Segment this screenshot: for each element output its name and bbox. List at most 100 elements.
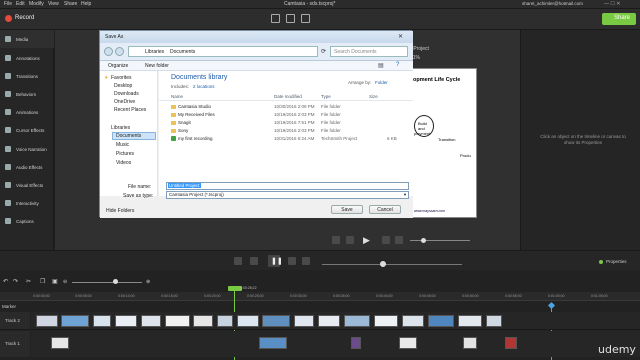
rewind-icon[interactable]	[250, 257, 258, 265]
timeline-clip[interactable]	[318, 315, 340, 327]
timeline-clip[interactable]	[217, 315, 233, 327]
rewind-icon[interactable]	[346, 236, 354, 244]
back-icon[interactable]	[104, 47, 113, 56]
step-back-icon[interactable]	[234, 257, 242, 265]
timeline-clip[interactable]	[259, 337, 287, 349]
nav-documents[interactable]: Documents	[116, 133, 141, 139]
share-button-label[interactable]: Share	[614, 15, 630, 21]
nav-desktop[interactable]: Desktop	[114, 83, 132, 89]
nav-recent-places[interactable]: Recent Places	[114, 107, 146, 113]
timeline-clip[interactable]	[294, 315, 314, 327]
sidebar-item-voice-narration[interactable]: Voice Narration	[0, 140, 54, 158]
step-back-icon[interactable]	[332, 236, 340, 244]
crop-tool-icon[interactable]	[301, 14, 310, 23]
forward-icon[interactable]	[115, 47, 124, 56]
close-icon[interactable]: ✕	[398, 33, 403, 40]
user-email[interactable]: sharet_achimler@hotmail.com	[522, 1, 583, 6]
sidebar-item-transitions[interactable]: Transitions	[0, 67, 54, 85]
help-icon[interactable]: ?	[396, 62, 399, 68]
timeline-clip[interactable]	[399, 337, 417, 349]
timeline-clip[interactable]	[193, 315, 213, 327]
timeline-scrubber-handle[interactable]	[380, 261, 386, 267]
timeline-clip[interactable]	[374, 315, 398, 327]
menu-edit[interactable]: Edit	[16, 1, 25, 7]
file-row[interactable]: my first recording 10/31/2016 6:24 AM Te…	[159, 135, 413, 143]
next-icon[interactable]	[395, 236, 403, 244]
timeline-scrubber[interactable]	[322, 264, 462, 265]
save-button[interactable]: Save	[331, 205, 363, 214]
new-folder-button[interactable]: New folder	[145, 63, 169, 69]
window-controls[interactable]: — ☐ ✕	[604, 1, 620, 7]
saveas-type-select[interactable]: Camtasia Project (*.tscproj) ▼	[166, 191, 409, 199]
timeline-clip[interactable]	[351, 337, 361, 349]
record-label[interactable]: Record	[15, 15, 34, 21]
nav-pictures[interactable]: Pictures	[116, 151, 134, 157]
menu-view[interactable]: View	[48, 1, 59, 7]
sidebar-item-interactivity[interactable]: Interactivity	[0, 194, 54, 212]
sidebar-item-cursor-effects[interactable]: Cursor Effects	[0, 121, 54, 139]
timeline-clip[interactable]	[61, 315, 89, 327]
file-row[interactable]: Snagit 10/19/2016 7:51 PM File folder	[159, 119, 413, 127]
menu-help[interactable]: Help	[81, 1, 91, 7]
menu-file[interactable]: File	[4, 1, 12, 7]
includes-locations-link[interactable]: 2 locations	[193, 84, 215, 89]
timeline-clip[interactable]	[262, 315, 290, 327]
menu-modify[interactable]: Modify	[29, 1, 44, 7]
cut-icon[interactable]: ✂	[26, 278, 31, 285]
timeline-clip[interactable]	[505, 337, 517, 349]
file-row[interactable]: My Received Files 10/19/2016 2:03 PM Fil…	[159, 111, 413, 119]
refresh-icon[interactable]: ⟳	[321, 48, 326, 55]
sidebar-item-audio-effects[interactable]: Audio Effects	[0, 158, 54, 176]
sidebar-item-captions[interactable]: Captions	[0, 212, 54, 230]
timeline-clip[interactable]	[344, 315, 370, 327]
nav-downloads[interactable]: Downloads	[114, 91, 139, 97]
column-date[interactable]: Date modified	[274, 94, 302, 99]
sidebar-item-annotations[interactable]: Annotations	[0, 49, 54, 67]
zoom-in-icon[interactable]: ⊕	[146, 279, 150, 285]
timeline-ruler[interactable]: 0:00:00;00 0:00:05;00 0:00:10;00 0:00:15…	[0, 292, 640, 301]
breadcrumb-libraries[interactable]: Libraries	[145, 49, 164, 55]
sidebar-item-animations[interactable]: Animations	[0, 103, 54, 121]
properties-icon[interactable]	[599, 260, 603, 264]
timeline-clip[interactable]	[36, 315, 58, 327]
track-1-lane[interactable]	[31, 331, 640, 357]
hide-folders-toggle[interactable]: Hide Folders	[106, 208, 134, 214]
column-size[interactable]: Size	[369, 94, 378, 99]
nav-onedrive[interactable]: OneDrive	[114, 99, 135, 105]
undo-icon[interactable]: ↶	[3, 278, 8, 285]
view-options-icon[interactable]: ▤	[378, 62, 384, 69]
prev-icon[interactable]	[382, 236, 390, 244]
properties-button[interactable]: Properties	[606, 259, 627, 264]
zoom-slider[interactable]	[72, 282, 142, 283]
timeline-clip[interactable]	[141, 315, 161, 327]
track-header[interactable]: Track 2	[0, 312, 30, 330]
timeline-clip[interactable]	[463, 337, 477, 349]
paste-icon[interactable]: ▣	[52, 278, 58, 285]
file-row[interactable]: Sony 10/19/2016 2:03 PM File folder	[159, 127, 413, 135]
preview-scrubber[interactable]	[410, 240, 470, 241]
timeline-clip[interactable]	[51, 337, 69, 349]
timeline-clip[interactable]	[458, 315, 482, 327]
file-row[interactable]: Camtasia Studio 10/30/2016 2:09 PM File …	[159, 103, 413, 111]
next-icon[interactable]	[302, 257, 310, 265]
preview-scrubber-handle[interactable]	[421, 238, 426, 243]
zoom-slider-handle[interactable]	[113, 279, 118, 284]
search-input[interactable]: Search Documents	[330, 46, 408, 57]
track-header[interactable]: Track 1	[0, 331, 30, 357]
timeline-clip[interactable]	[428, 315, 454, 327]
menu-share[interactable]: Share	[64, 1, 77, 7]
nav-libraries[interactable]: Libraries	[111, 125, 130, 131]
nav-videos[interactable]: Videos	[116, 160, 131, 166]
timeline-clip[interactable]	[237, 315, 259, 327]
timeline-clip[interactable]	[115, 315, 137, 327]
filename-input[interactable]: Untitled Project	[166, 182, 409, 190]
dialog-titlebar[interactable]: Save As ✕	[100, 31, 413, 43]
timeline-clip[interactable]	[93, 315, 111, 327]
play-icon[interactable]: ▶	[363, 235, 370, 246]
timeline-clip[interactable]	[402, 315, 424, 327]
organize-button[interactable]: Organize	[108, 63, 128, 69]
column-name[interactable]: Name	[171, 94, 183, 99]
select-tool-icon[interactable]	[271, 14, 280, 23]
breadcrumb-documents[interactable]: Documents	[170, 49, 195, 55]
video-preview[interactable]: opment Life Cycle Build and ployment Tra…	[411, 68, 477, 218]
